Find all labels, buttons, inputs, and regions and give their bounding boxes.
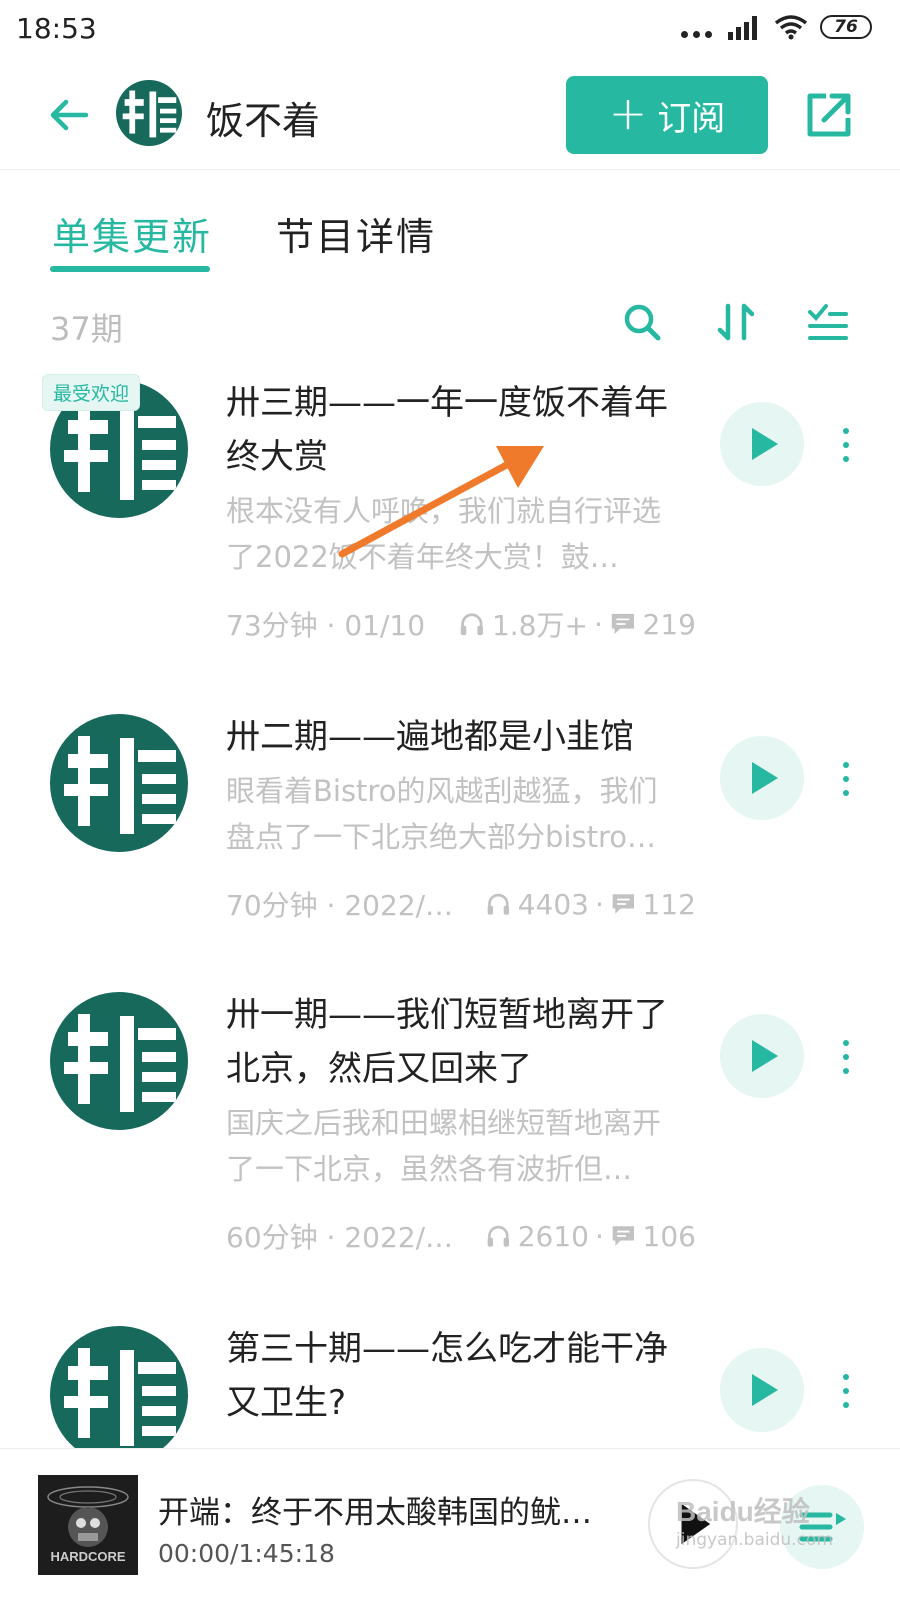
list-toolbar: 37期 xyxy=(0,290,900,360)
comment-icon xyxy=(612,1226,634,1246)
podcast-logo xyxy=(116,80,182,146)
play-icon[interactable] xyxy=(720,1348,804,1432)
episode-cover xyxy=(50,714,188,852)
back-arrow-icon[interactable] xyxy=(44,90,94,140)
episode-meta: 73分钟 · 01/10 1.8万+ · 219 xyxy=(226,604,696,644)
watermark-brand: Baidu经验 xyxy=(676,1496,810,1527)
episode-title[interactable]: 卅三期——一年一度饭不着年终大赏 xyxy=(226,376,686,484)
share-icon[interactable] xyxy=(802,88,856,142)
battery-indicator: 76 xyxy=(820,15,872,39)
subscribe-label: 订阅 xyxy=(657,98,726,139)
episode-meta: 70分钟 · 2022/… 4403 · 112 xyxy=(226,884,696,924)
tab-bar: 单集更新 节目详情 xyxy=(0,170,900,280)
episode-title[interactable]: 卅一期——我们短暂地离开了北京，然后又回来了 xyxy=(226,988,686,1096)
headphone-icon xyxy=(461,613,484,636)
episode-comments: 106 xyxy=(642,1219,696,1253)
signal-icon xyxy=(728,16,757,40)
status-time: 18:53 xyxy=(16,12,97,45)
play-icon[interactable] xyxy=(720,402,804,486)
comment-icon xyxy=(612,894,634,914)
episode-plays: 4403 xyxy=(517,887,589,921)
status-bar: 18:53 76 xyxy=(0,0,900,62)
watermark-url: jingyan.baidu.com xyxy=(676,1530,833,1550)
player-cover-image: HARDCORE xyxy=(38,1475,138,1575)
episode-cover xyxy=(50,1326,188,1464)
player-cover-text: HARDCORE xyxy=(50,1549,125,1564)
episode-item[interactable]: 最受欢迎 卅三期——一年一度饭不着年终大赏根本没有人呼唤，我们就自行评选了2022… xyxy=(0,374,900,720)
episode-cover xyxy=(50,992,188,1130)
plus-icon: + xyxy=(608,86,648,140)
popular-badge: 最受欢迎 xyxy=(42,374,141,411)
more-vertical-icon[interactable] xyxy=(834,1370,858,1414)
subscribe-button[interactable]: + 订阅 xyxy=(566,76,768,154)
play-icon[interactable] xyxy=(720,736,804,820)
filter-list-icon[interactable] xyxy=(806,300,850,344)
comment-icon xyxy=(611,613,634,635)
episode-item[interactable]: 卅一期——我们短暂地离开了北京，然后又回来了 国庆之后我和田螺相继短暂地离开了一下… xyxy=(0,992,900,1332)
episode-plays: 1.8万+ xyxy=(491,609,588,642)
episode-title[interactable]: 卅二期——遍地都是小韭馆 xyxy=(226,710,686,764)
status-icons: 76 xyxy=(681,14,872,40)
episode-title[interactable]: 第三十期——怎么吃才能干净又卫生? xyxy=(226,1322,686,1430)
search-icon[interactable] xyxy=(620,300,664,344)
episode-duration-date: 60分钟 · 2022/… xyxy=(226,1221,454,1254)
player-title: 开端：终于不用太酸韩国的鱿… xyxy=(158,1495,592,1531)
tab-details[interactable]: 节目详情 xyxy=(276,206,436,261)
play-icon[interactable] xyxy=(720,1014,804,1098)
header: 饭不着 + 订阅 xyxy=(0,62,900,170)
episode-description: 眼看着Bistro的风越刮越猛，我们盘点了一下北京绝大部分bistro… xyxy=(226,774,658,854)
episode-duration-date: 70分钟 · 2022/… xyxy=(226,889,454,922)
episode-comments: 219 xyxy=(642,607,696,641)
watermark: Baidu经验 jingyan.baidu.com xyxy=(676,1490,876,1560)
episode-description: 国庆之后我和田螺相继短暂地离开了一下北京，虽然各有波折但… xyxy=(226,1106,662,1186)
more-vertical-icon[interactable] xyxy=(834,1036,858,1080)
more-vertical-icon[interactable] xyxy=(834,424,858,468)
podcast-title: 饭不着 xyxy=(206,99,321,143)
episode-meta: 60分钟 · 2022/… 2610 · 106 xyxy=(226,1216,696,1256)
player-time: 00:00/1:45:18 xyxy=(158,1539,335,1568)
headphone-icon xyxy=(487,893,510,915)
episode-plays: 2610 xyxy=(517,1219,589,1253)
more-vertical-icon[interactable] xyxy=(834,758,858,802)
episode-comments: 112 xyxy=(642,887,696,921)
episode-description: 根本没有人呼唤，我们就自行评选了2022饭不着年终大赏！鼓… xyxy=(226,494,662,574)
episode-duration-date: 73分钟 · 01/10 xyxy=(226,609,426,642)
wifi-icon xyxy=(774,15,808,40)
sort-icon[interactable] xyxy=(714,300,758,344)
active-tab-indicator xyxy=(50,266,210,272)
headphone-icon xyxy=(487,1225,510,1247)
tab-episodes[interactable]: 单集更新 xyxy=(52,206,212,261)
episode-count: 37期 xyxy=(50,310,123,348)
more-dots-icon xyxy=(681,17,712,38)
